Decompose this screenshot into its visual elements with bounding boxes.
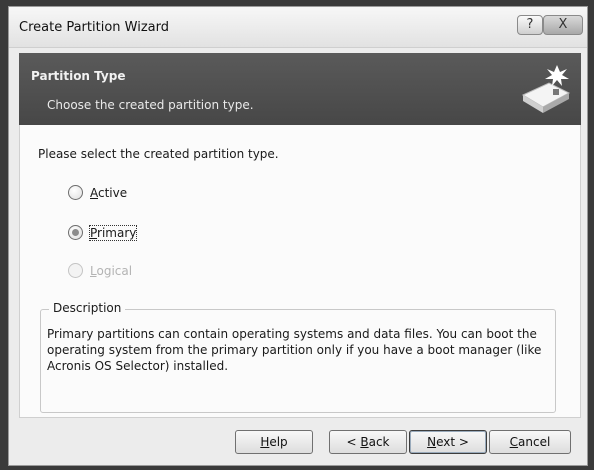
description-group: Description Primary partitions can conta…	[40, 301, 556, 413]
question-icon: ?	[526, 17, 534, 32]
description-legend: Description	[49, 301, 126, 315]
page-title: Partition Type	[31, 69, 126, 83]
help-button[interactable]: Help	[235, 430, 313, 454]
radio-circle	[68, 185, 83, 200]
radio-label: Active	[90, 186, 128, 200]
back-button[interactable]: < Back	[329, 430, 407, 454]
description-text: Primary partitions can contain operating…	[47, 327, 542, 373]
cancel-button[interactable]: Cancel	[489, 430, 571, 454]
wizard-window: Create Partition Wizard ? X Partition Ty…	[8, 6, 588, 466]
radio-label: Primary	[88, 225, 138, 241]
title-help-button[interactable]: ?	[517, 15, 543, 35]
window-title: Create Partition Wizard	[19, 20, 169, 35]
close-icon: X	[558, 17, 568, 32]
button-bar: Help < Back Next > Cancel	[19, 417, 581, 462]
page-subtitle: Choose the created partition type.	[47, 98, 254, 112]
radio-circle-disabled	[68, 263, 83, 278]
radio-label: Logical	[90, 264, 133, 278]
next-button[interactable]: Next >	[409, 430, 487, 454]
wizard-header: Partition Type Choose the created partit…	[19, 53, 581, 125]
disk-wizard-icon	[521, 65, 571, 113]
title-bar: Create Partition Wizard ? X	[9, 7, 587, 48]
selection-prompt: Please select the created partition type…	[38, 147, 279, 161]
radio-circle-selected	[68, 225, 83, 240]
wizard-content: Please select the created partition type…	[19, 125, 581, 417]
close-button[interactable]: X	[543, 15, 583, 35]
